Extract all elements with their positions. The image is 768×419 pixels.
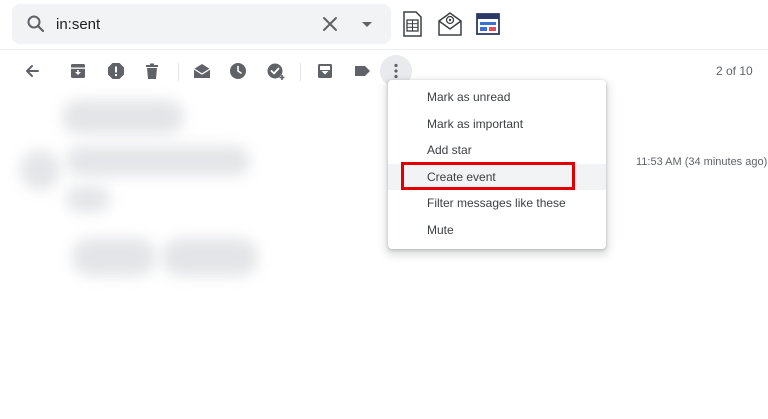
menu-item-filter-messages[interactable]: Filter messages like these	[388, 190, 606, 216]
delete-icon[interactable]	[140, 59, 164, 83]
menu-item-add-star[interactable]: Add star	[388, 137, 606, 163]
mark-unread-icon[interactable]	[190, 59, 214, 83]
add-to-tasks-icon[interactable]	[264, 59, 288, 83]
search-icon[interactable]	[24, 12, 48, 36]
menu-item-mark-unread[interactable]: Mark as unread	[388, 84, 606, 110]
message-timestamp: 11:53 AM (34 minutes ago)	[636, 156, 768, 168]
archive-icon[interactable]	[66, 59, 90, 83]
more-options-menu: Mark as unread Mark as important Add sta…	[388, 80, 606, 249]
menu-item-create-event[interactable]: Create event	[388, 164, 606, 190]
blurred-recipient	[66, 186, 110, 212]
template-addon-icon[interactable]	[473, 9, 503, 39]
blurred-attachment	[72, 238, 156, 276]
blurred-avatar	[20, 150, 60, 190]
page-count: 2 of 10	[716, 64, 753, 78]
menu-item-mark-important[interactable]: Mark as important	[388, 111, 606, 137]
back-arrow-icon[interactable]	[20, 59, 44, 83]
blurred-sender	[66, 146, 250, 176]
header-divider	[0, 49, 768, 50]
search-input[interactable]	[56, 13, 306, 35]
search-bar[interactable]	[12, 4, 391, 44]
toolbar-separator	[300, 63, 301, 81]
blurred-attachment	[162, 238, 258, 276]
email-addon-icon[interactable]	[435, 9, 465, 39]
report-spam-icon[interactable]	[104, 59, 128, 83]
snooze-icon[interactable]	[226, 59, 250, 83]
blurred-subject	[62, 100, 184, 134]
move-to-icon[interactable]	[313, 59, 337, 83]
toolbar-separator	[178, 63, 179, 81]
menu-item-mute[interactable]: Mute	[388, 217, 606, 243]
sheets-icon[interactable]	[397, 9, 427, 39]
clear-icon[interactable]	[318, 12, 342, 36]
search-options-dropdown-icon[interactable]	[355, 12, 379, 36]
label-icon[interactable]	[350, 59, 374, 83]
